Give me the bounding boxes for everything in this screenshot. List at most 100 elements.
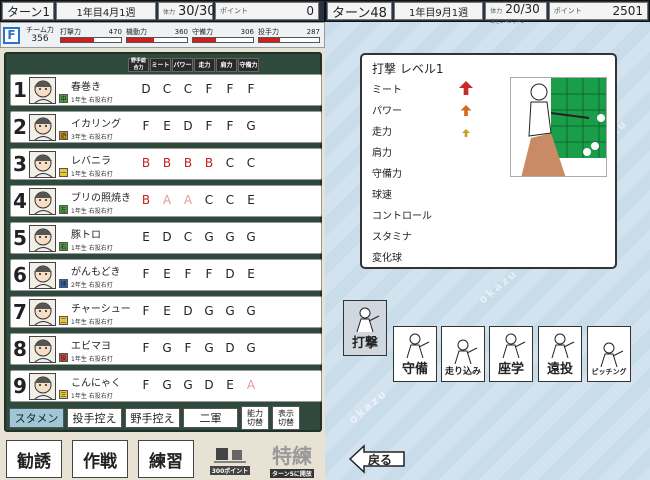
team-stat-bar [60, 36, 122, 43]
date-label-right: 1年目9月1週 [393, 2, 484, 20]
tab-second-team[interactable]: 二軍 [183, 408, 238, 428]
special-label: 特練 [272, 444, 312, 468]
player-portrait-icon [29, 151, 56, 178]
grade-1: E [163, 304, 171, 318]
player-row[interactable]: 5 右豚トロ 1年生 右投右打 E D C G G G [10, 222, 322, 254]
position-badge: 右 [59, 242, 68, 251]
player-row[interactable]: 9 三こんにゃく 1年生 右投右打 F G G D E A [10, 370, 322, 402]
player-name: がんもどき [71, 267, 121, 278]
batting-order: 6 [13, 263, 27, 287]
player-row[interactable]: 3 一レバニラ 1年生 右投右打 B B B B C C [10, 148, 322, 180]
training-button-5[interactable]: ピッチング [587, 326, 631, 382]
watermark-text: okazu [476, 266, 521, 307]
team-stat-bar [126, 36, 188, 43]
player-row[interactable]: 4 左ブリの照焼き 1年生 右投右打 B A A C C E [10, 185, 322, 217]
coffee-icon [214, 447, 246, 462]
points-value: 0 [306, 4, 314, 18]
grade-5: A [246, 378, 256, 392]
batting-order: 4 [13, 189, 27, 213]
player-info: 1年生 右投右打 [71, 393, 113, 400]
grade-4: E [226, 378, 234, 392]
training-button-4[interactable]: 遠投 [538, 326, 582, 382]
player-portrait-icon [29, 77, 56, 104]
boost-button[interactable]: 300ポイント [202, 440, 258, 478]
tab-starters[interactable]: スタメン [9, 408, 64, 428]
training-figure-icon [454, 339, 478, 364]
grade-4: G [225, 304, 235, 318]
grade-0: F [142, 119, 150, 133]
grade-2: C [183, 82, 193, 96]
special-training-button[interactable]: 特練 ターン5に開放 [264, 440, 320, 478]
training-button-2[interactable]: 走り込み [441, 326, 485, 382]
player-info: 1年生 右投右打 [71, 356, 113, 363]
team-stat-1: 機動力 360 [126, 28, 188, 43]
grade-3: G [204, 341, 214, 355]
player-row[interactable]: 6 捕がんもどき 2年生 右投右打 F E F F D E [10, 259, 322, 291]
batting-order: 2 [13, 115, 27, 139]
player-row[interactable]: 1 中春巻き 1年生 右投右打 D C C F F F [10, 74, 322, 106]
team-stat-bar-fill [61, 37, 94, 42]
team-stat-bar-fill [259, 37, 280, 42]
up-arrow-icon [462, 129, 470, 137]
batting-order: 1 [13, 78, 27, 102]
skill-stat-label: パワー [372, 106, 402, 117]
player-row[interactable]: 2 遊イカリング 3年生 右投右打 F E D F F G [10, 111, 322, 143]
player-info: 1年生 右投右打 [71, 171, 113, 178]
training-figure-icon [502, 333, 526, 358]
grade-4: G [225, 230, 235, 244]
grade-5: F [247, 82, 255, 96]
vital-value: 30/30 [178, 3, 216, 19]
grade-2: C [183, 230, 193, 244]
position-badge: 中 [59, 94, 68, 103]
grade-4: D [225, 267, 235, 281]
recruit-button[interactable]: 勧誘 [6, 440, 62, 478]
tab-fielder-bench[interactable]: 野手控え [125, 408, 180, 428]
display-toggle-button[interactable]: 表示切替 [272, 406, 300, 430]
practice-button[interactable]: 練習 [138, 440, 194, 478]
team-stat-bar [258, 36, 320, 43]
team-stat-bar [192, 36, 254, 43]
left-screen: ターン1 1年目4月1週 体力 30/30 ポイント 0 F チーム力 356 打撃… [0, 0, 325, 480]
training-button-1[interactable]: 守備 [393, 326, 437, 382]
grade-1: B [162, 156, 172, 170]
skill-stat-label: 球速 [372, 190, 392, 201]
player-portrait-icon [29, 114, 56, 141]
team-stat-bar-fill [127, 37, 154, 42]
grade-2: D [183, 119, 193, 133]
special-unlock-label: ターン5に開放 [270, 469, 314, 478]
grade-0: B [141, 193, 151, 207]
grade-2: G [183, 378, 193, 392]
player-info: 1年生 右投右打 [71, 319, 113, 326]
player-info: 3年生 右投右打 [71, 134, 113, 141]
back-button[interactable]: 戻る [348, 444, 406, 474]
training-button-3[interactable]: 座学 [489, 326, 533, 382]
training-figure-icon [600, 342, 624, 367]
grade-0: E [142, 230, 150, 244]
grade-5: G [246, 341, 256, 355]
player-row[interactable]: 8 投エビマヨ 1年生 右投右打 F G F G D G [10, 333, 322, 365]
player-row[interactable]: 7 二チャーシュー 1年生 右投右打 F E D G G G [10, 296, 322, 328]
points-value-right: 2501 [612, 4, 643, 18]
training-button-0[interactable]: 打撃 [343, 300, 387, 356]
player-portrait-icon [29, 262, 56, 289]
team-stat-value: 287 [306, 27, 320, 36]
batting-practice-illustration [510, 77, 607, 177]
skill-stat-label: スタミナ [372, 232, 412, 243]
training-label: 座学 [497, 362, 524, 377]
position-badge: 捕 [59, 279, 68, 288]
vital-recovery-label: あと2:40で+1 [490, 19, 524, 25]
grade-4: F [226, 82, 234, 96]
player-portrait-icon [29, 225, 56, 252]
grade-0: F [142, 378, 150, 392]
training-label: ピッチング [591, 368, 627, 376]
tab-pitcher-bench[interactable]: 投手控え [67, 408, 122, 428]
tactics-button[interactable]: 作戦 [72, 440, 128, 478]
training-label: 打撃 [351, 336, 378, 351]
team-stat-3: 投手力 287 [258, 28, 320, 43]
column-header-2: パワー [172, 58, 193, 72]
ability-toggle-button[interactable]: 能力切替 [241, 406, 269, 430]
grade-4: D [225, 341, 235, 355]
training-label: 遠投 [546, 362, 573, 377]
grade-1: E [163, 267, 171, 281]
player-name: イカリング [71, 119, 121, 130]
